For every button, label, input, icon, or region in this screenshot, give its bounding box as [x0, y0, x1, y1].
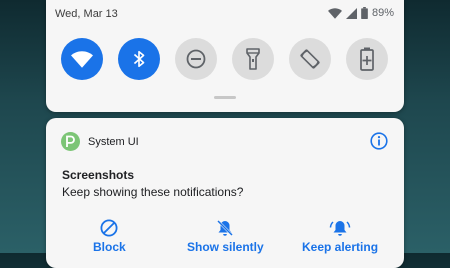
- status-icons: 89%: [327, 7, 394, 19]
- quick-settings-tiles: [61, 38, 388, 80]
- notification-card[interactable]: System UI Screenshots Keep showing these…: [46, 118, 404, 268]
- wifi-tile[interactable]: [61, 38, 103, 80]
- battery-percent: 89%: [371, 7, 394, 19]
- do-not-disturb-icon: [186, 49, 206, 69]
- keep-alerting-button[interactable]: Keep alerting: [302, 219, 378, 254]
- notification-header: System UI: [61, 132, 139, 151]
- battery-saver-icon: [360, 47, 374, 71]
- block-icon: [100, 219, 118, 237]
- date-label: Wed, Mar 13: [55, 8, 118, 20]
- signal-icon: [345, 7, 357, 19]
- auto-rotate-tile[interactable]: [289, 38, 331, 80]
- android-p-icon: [61, 132, 80, 151]
- bluetooth-tile[interactable]: [118, 38, 160, 80]
- flashlight-icon: [246, 48, 260, 70]
- show-silently-button[interactable]: Show silently: [187, 219, 264, 254]
- block-button[interactable]: Block: [93, 219, 126, 254]
- flashlight-tile[interactable]: [232, 38, 274, 80]
- info-icon[interactable]: [370, 132, 388, 150]
- wifi-icon: [71, 50, 93, 68]
- quick-settings-panel: Wed, Mar 13 89%: [46, 0, 404, 112]
- bell-ring-icon: [329, 219, 351, 237]
- block-label: Block: [93, 240, 126, 254]
- app-name: System UI: [88, 135, 139, 148]
- keep-alerting-label: Keep alerting: [302, 240, 379, 254]
- notification-body: Keep showing these notifications?: [62, 185, 244, 199]
- drag-handle[interactable]: [214, 96, 236, 99]
- do-not-disturb-tile[interactable]: [175, 38, 217, 80]
- notification-title: Screenshots: [62, 168, 135, 182]
- bell-off-icon: [216, 219, 234, 237]
- battery-icon: [361, 7, 368, 19]
- battery-saver-tile[interactable]: [346, 38, 388, 80]
- bluetooth-icon: [132, 49, 146, 69]
- auto-rotate-icon: [299, 48, 321, 70]
- wifi-icon: [327, 7, 342, 19]
- show-silently-label: Show silently: [187, 240, 264, 254]
